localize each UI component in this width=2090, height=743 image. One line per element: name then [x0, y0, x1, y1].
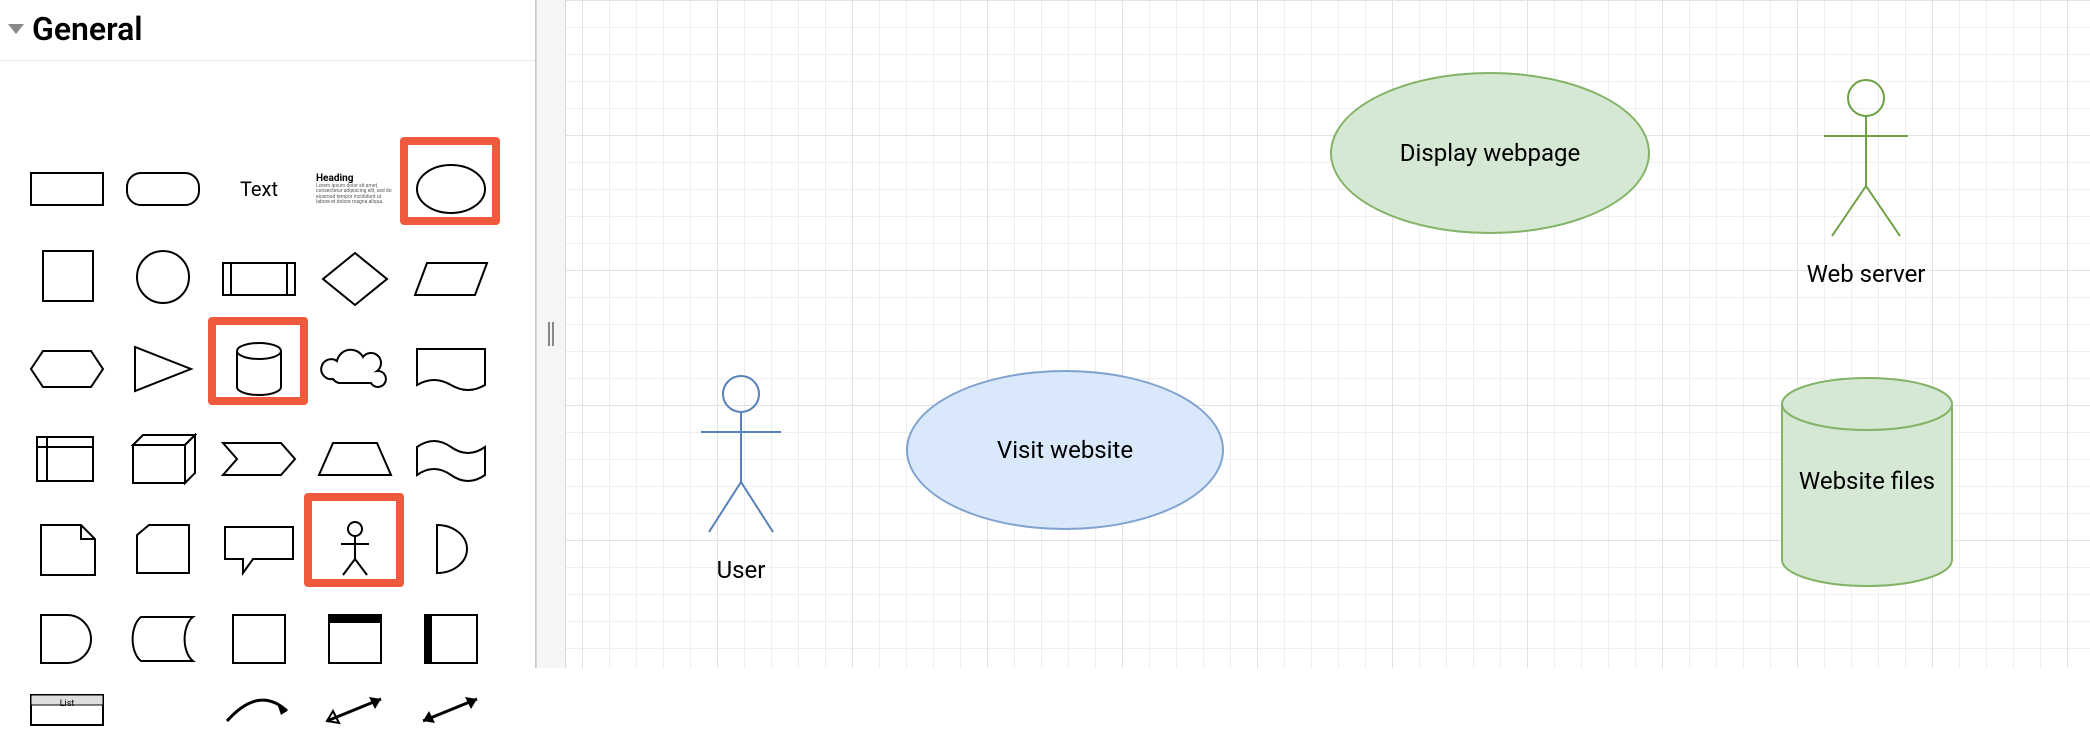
shape-document[interactable]	[406, 333, 496, 405]
actor-icon	[671, 372, 811, 542]
shape-callout[interactable]	[214, 513, 304, 585]
sidebar-splitter[interactable]	[536, 0, 566, 668]
shape-triangle[interactable]	[118, 333, 208, 405]
shape-step[interactable]	[214, 423, 304, 495]
diagram-canvas[interactable]: User Visit website Display webpage Web s…	[566, 0, 2090, 668]
shape-cloud[interactable]	[310, 333, 400, 405]
shape-list[interactable]: List	[22, 693, 112, 729]
node-user-actor[interactable]: User	[671, 372, 811, 584]
shape-rectangle[interactable]	[22, 153, 112, 225]
section-title: General	[32, 10, 143, 48]
shape-process[interactable]	[214, 243, 304, 315]
shape-hexagon[interactable]	[22, 333, 112, 405]
shape-text-label: Text	[240, 177, 278, 201]
shape-circle[interactable]	[118, 243, 208, 315]
node-user-label: User	[671, 556, 811, 584]
shape-internal-storage[interactable]	[22, 423, 112, 495]
actor-icon	[1786, 76, 1946, 246]
shape-parallelogram[interactable]	[406, 243, 496, 315]
shape-diamond[interactable]	[310, 243, 400, 315]
node-web-server-label: Web server	[1786, 260, 1946, 288]
shape-square[interactable]	[22, 243, 112, 315]
shape-rounded-rectangle[interactable]	[118, 153, 208, 225]
shape-cylinder[interactable]	[214, 333, 304, 405]
node-web-server-actor[interactable]: Web server	[1786, 76, 1946, 288]
collapse-triangle-icon	[8, 24, 24, 34]
shape-actor[interactable]	[310, 513, 400, 585]
shape-text[interactable]: Text	[214, 153, 304, 225]
node-visit-website[interactable]: Visit website	[906, 370, 1224, 530]
shapes-sidebar: General Text Heading Lorem ipsum dolor s…	[0, 0, 536, 668]
shape-trapezoid[interactable]	[310, 423, 400, 495]
shape-container[interactable]	[214, 603, 304, 675]
shape-tape[interactable]	[406, 423, 496, 495]
node-display-webpage[interactable]: Display webpage	[1330, 72, 1650, 234]
shape-palette: Text Heading Lorem ipsum dolor sit amet,…	[0, 61, 535, 81]
shape-arrow[interactable]	[406, 693, 496, 729]
shape-ellipse[interactable]	[406, 153, 496, 225]
shape-curve-arrow[interactable]	[214, 693, 304, 729]
shape-textbox[interactable]: Heading Lorem ipsum dolor sit amet, cons…	[310, 153, 400, 225]
shape-or[interactable]	[406, 513, 496, 585]
shape-data-storage[interactable]	[118, 603, 208, 675]
shape-card[interactable]	[118, 513, 208, 585]
shape-cube[interactable]	[118, 423, 208, 495]
shape-vertical-container[interactable]	[310, 603, 400, 675]
shape-and[interactable]	[22, 603, 112, 675]
node-website-files-label: Website files	[1762, 466, 1972, 496]
node-website-files[interactable]: Website files	[1762, 372, 1972, 598]
shape-bidir-arrow[interactable]	[310, 693, 400, 729]
shape-note[interactable]	[22, 513, 112, 585]
node-visit-website-label: Visit website	[997, 436, 1133, 464]
node-display-webpage-label: Display webpage	[1400, 139, 1580, 167]
splitter-grip-icon	[548, 322, 554, 346]
section-header-general[interactable]: General	[0, 0, 535, 61]
shape-list-label: List	[60, 699, 75, 709]
lorem-text: Lorem ipsum dolor sit amet, consectetur …	[316, 184, 394, 205]
shape-horizontal-container[interactable]	[406, 603, 496, 675]
